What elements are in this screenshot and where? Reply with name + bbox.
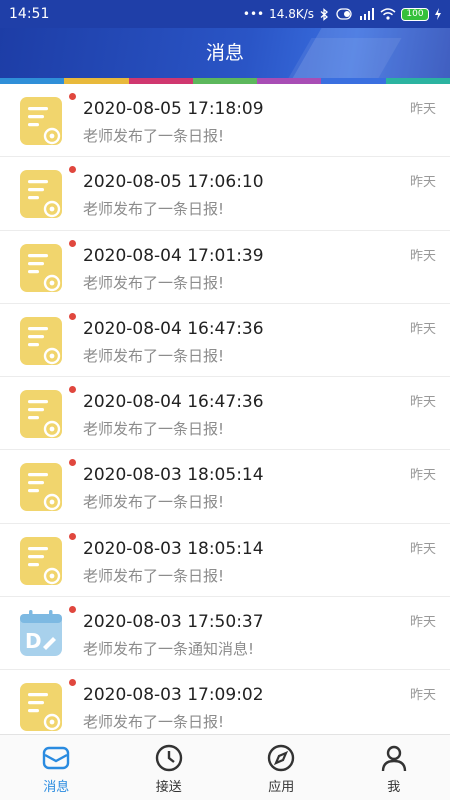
unread-dot xyxy=(69,239,76,247)
bottom-tab-bar: 消息 接送 应用 我 xyxy=(0,734,450,800)
message-date-label: 昨天 xyxy=(409,321,436,337)
message-timestamp: 2020-08-05 17:06:10 xyxy=(83,172,264,193)
vibrate-icon xyxy=(336,8,352,20)
message-preview: 老师发布了一条日报! xyxy=(83,713,225,732)
message-date-label: 昨天 xyxy=(409,175,436,191)
unread-dot xyxy=(69,679,76,687)
message-preview: 老师发布了一条日报! xyxy=(83,493,225,512)
message-preview: 老师发布了一条日报! xyxy=(83,273,225,292)
daily-report-icon xyxy=(19,96,63,146)
message-list-item[interactable]: D 2020-08-03 17:50:37 老师发布了一条通知消息! 昨天 xyxy=(0,597,450,671)
unread-dot xyxy=(69,459,76,467)
unread-dot xyxy=(69,166,76,174)
message-preview: 老师发布了一条日报! xyxy=(83,200,225,219)
message-list-item[interactable]: 2020-08-03 17:09:02 老师发布了一条日报! 昨天 xyxy=(0,670,450,734)
notice-calendar-icon: D xyxy=(19,609,63,659)
message-date-label: 昨天 xyxy=(409,615,436,631)
daily-report-icon xyxy=(19,536,63,586)
message-date-label: 昨天 xyxy=(409,688,436,704)
mail-icon xyxy=(41,743,71,773)
tab-mail[interactable]: 消息 xyxy=(0,735,113,800)
message-timestamp: 2020-08-03 18:05:14 xyxy=(83,465,264,486)
message-list-item[interactable]: 2020-08-03 18:05:14 老师发布了一条日报! 昨天 xyxy=(0,523,450,598)
person-icon xyxy=(379,743,409,773)
message-timestamp: 2020-08-03 18:05:14 xyxy=(83,538,264,559)
daily-report-icon xyxy=(19,316,63,366)
message-timestamp: 2020-08-04 16:47:36 xyxy=(83,318,264,339)
message-timestamp: 2020-08-03 17:50:37 xyxy=(83,612,264,633)
status-time: 14:51 xyxy=(9,6,50,22)
signal-icon xyxy=(360,8,374,20)
unread-dot xyxy=(69,312,76,320)
message-date-label: 昨天 xyxy=(409,468,436,484)
status-right: ••• 14.8K/s 100 xyxy=(243,7,442,21)
tab-label: 应用 xyxy=(268,780,295,795)
daily-report-icon xyxy=(19,243,63,293)
signal-dots: ••• xyxy=(242,7,265,21)
svg-text:D: D xyxy=(25,629,42,653)
message-timestamp: 2020-08-04 17:01:39 xyxy=(83,245,264,266)
tab-label: 接送 xyxy=(155,780,182,795)
battery-level: 100 xyxy=(406,8,424,19)
network-speed: 14.8K/s xyxy=(269,7,314,21)
status-bar: 14:51 ••• 14.8K/s 100 xyxy=(0,0,450,28)
message-date-label: 昨天 xyxy=(409,102,436,117)
message-list-item[interactable]: 2020-08-05 17:18:09 老师发布了一条日报! 昨天 xyxy=(0,84,450,158)
tab-label: 我 xyxy=(387,780,401,795)
message-list-item[interactable]: 2020-08-04 16:47:36 老师发布了一条日报! 昨天 xyxy=(0,303,450,378)
wifi-icon xyxy=(380,8,396,20)
clock-icon xyxy=(154,743,184,773)
message-timestamp: 2020-08-05 17:18:09 xyxy=(83,99,264,119)
app-header: 消息 xyxy=(0,28,450,78)
unread-dot xyxy=(69,386,76,394)
daily-report-icon xyxy=(19,389,63,439)
daily-report-icon xyxy=(19,169,63,219)
unread-dot xyxy=(69,93,76,100)
charging-icon xyxy=(435,8,441,20)
message-list-item[interactable]: 2020-08-05 17:06:10 老师发布了一条日报! 昨天 xyxy=(0,157,450,231)
battery-icon: 100 xyxy=(401,7,429,21)
tab-clock[interactable]: 接送 xyxy=(113,735,226,800)
bluetooth-icon xyxy=(320,7,328,21)
message-timestamp: 2020-08-03 17:09:02 xyxy=(83,685,264,706)
tab-person[interactable]: 我 xyxy=(338,735,450,800)
message-list-item[interactable]: 2020-08-04 17:01:39 老师发布了一条日报! 昨天 xyxy=(0,230,450,304)
message-date-label: 昨天 xyxy=(409,395,436,411)
message-date-label: 昨天 xyxy=(409,541,436,557)
message-preview: 老师发布了一条日报! xyxy=(83,420,225,439)
message-list-item[interactable]: 2020-08-04 16:47:36 老师发布了一条日报! 昨天 xyxy=(0,377,450,451)
message-list[interactable]: 2020-08-05 17:18:09 老师发布了一条日报! 昨天 2020-08-0… xyxy=(0,84,450,734)
message-timestamp: 2020-08-04 16:47:36 xyxy=(83,392,264,413)
message-list-item[interactable]: 2020-08-03 18:05:14 老师发布了一条日报! 昨天 xyxy=(0,450,450,524)
message-preview: 老师发布了一条日报! xyxy=(83,346,225,365)
tab-compass[interactable]: 应用 xyxy=(225,735,338,800)
daily-report-icon xyxy=(19,462,63,512)
message-preview: 老师发布了一条通知消息! xyxy=(83,640,255,659)
message-preview: 老师发布了一条日报! xyxy=(83,127,225,145)
unread-dot xyxy=(69,532,76,540)
daily-report-icon xyxy=(19,682,63,732)
message-date-label: 昨天 xyxy=(409,248,436,264)
tab-label: 消息 xyxy=(43,780,70,795)
page-title: 消息 xyxy=(205,42,244,64)
compass-icon xyxy=(266,743,296,773)
message-preview: 老师发布了一条日报! xyxy=(83,566,225,585)
unread-dot xyxy=(69,606,76,614)
